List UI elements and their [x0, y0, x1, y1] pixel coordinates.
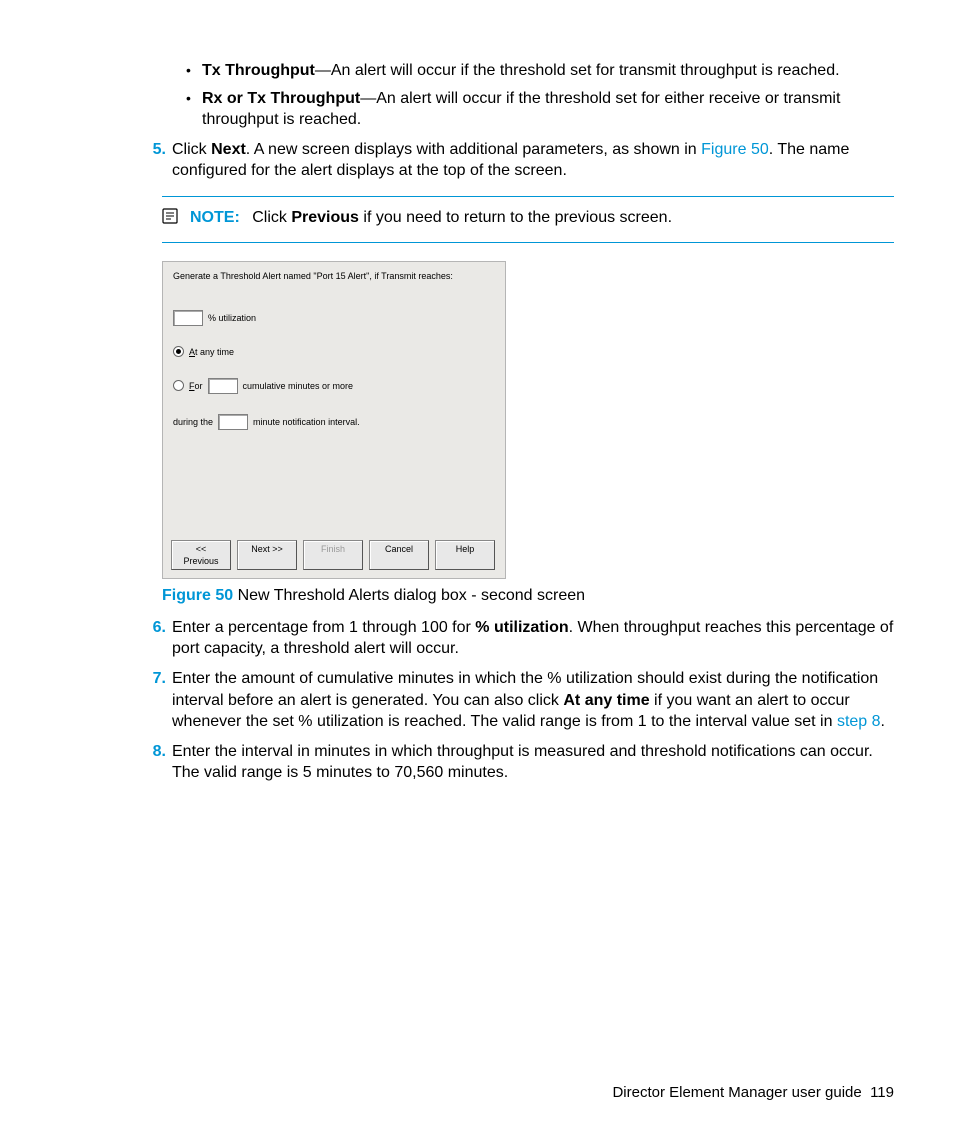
note-bold: Previous: [291, 209, 359, 226]
for-row: For cumulative minutes or more: [173, 378, 495, 394]
step-7: 7. Enter the amount of cumulative minute…: [140, 668, 894, 733]
bullet-text: Tx Throughput—An alert will occur if the…: [202, 60, 894, 82]
page-footer: Director Element Manager user guide 119: [612, 1084, 894, 1101]
note-icon: [162, 207, 180, 232]
dialog-buttons: << Previous Next >> Finish Cancel Help: [173, 540, 495, 570]
note-post: if you need to return to the previous sc…: [359, 209, 672, 226]
at-any-time-radio[interactable]: [173, 346, 184, 357]
next-button[interactable]: Next >>: [237, 540, 297, 570]
for-post: cumulative minutes or more: [243, 380, 354, 392]
step5-pre: Click: [172, 141, 211, 158]
step-text: Click Next. A new screen displays with a…: [172, 139, 894, 182]
bullet-text: Rx or Tx Throughput—An alert will occur …: [202, 88, 894, 131]
figure-number: Figure 50: [162, 587, 233, 604]
step-number: 8.: [140, 741, 172, 763]
help-button[interactable]: Help: [435, 540, 495, 570]
bullet-dot-icon: •: [186, 88, 202, 108]
at-any-time-row: At any time: [173, 346, 495, 358]
step5-bold: Next: [211, 141, 246, 158]
step5-mid: . A new screen displays with additional …: [246, 141, 701, 158]
step-number: 5.: [140, 139, 172, 161]
during-row: during the minute notification interval.: [173, 414, 495, 430]
step-6: 6. Enter a percentage from 1 through 100…: [140, 617, 894, 660]
at-any-rest: t any time: [195, 347, 234, 357]
during-post: minute notification interval.: [253, 416, 360, 428]
step-number: 7.: [140, 668, 172, 690]
utilization-row: % utilization: [173, 310, 495, 326]
figure-image: Generate a Threshold Alert named "Port 1…: [162, 261, 894, 580]
bullet-item: • Tx Throughput—An alert will occur if t…: [186, 60, 894, 82]
step7-bold: At any time: [563, 692, 649, 709]
for-label: For: [189, 380, 203, 392]
note-text: NOTE: Click Previous if you need to retu…: [190, 207, 894, 232]
bullet-rest: —An alert will occur if the threshold se…: [315, 62, 840, 79]
step-text: Enter a percentage from 1 through 100 fo…: [172, 617, 894, 660]
cancel-button[interactable]: Cancel: [369, 540, 429, 570]
bullet-bold: Tx Throughput: [202, 62, 315, 79]
step6-pre: Enter a percentage from 1 through 100 fo…: [172, 619, 475, 636]
previous-button[interactable]: << Previous: [171, 540, 231, 570]
note-pre: Click: [252, 209, 291, 226]
bullet-list: • Tx Throughput—An alert will occur if t…: [186, 60, 894, 131]
footer-title: Director Element Manager user guide: [612, 1084, 861, 1101]
during-pre: during the: [173, 416, 213, 428]
step-8-link[interactable]: step 8: [837, 713, 881, 730]
for-minutes-input[interactable]: [208, 378, 238, 394]
for-rest: or: [195, 381, 203, 391]
figure-50-link[interactable]: Figure 50: [701, 141, 769, 158]
note-label: NOTE:: [190, 209, 240, 226]
step-number: 6.: [140, 617, 172, 639]
step-text: Enter the interval in minutes in which t…: [172, 741, 894, 784]
threshold-dialog: Generate a Threshold Alert named "Port 1…: [162, 261, 506, 580]
finish-button[interactable]: Finish: [303, 540, 363, 570]
utilization-input[interactable]: [173, 310, 203, 326]
step-5: 5. Click Next. A new screen displays wit…: [140, 139, 894, 182]
step-8: 8. Enter the interval in minutes in whic…: [140, 741, 894, 784]
figure-caption-text: New Threshold Alerts dialog box - second…: [233, 587, 585, 604]
for-radio[interactable]: [173, 380, 184, 391]
bullet-bold: Rx or Tx Throughput: [202, 90, 360, 107]
dialog-header: Generate a Threshold Alert named "Port 1…: [173, 270, 495, 282]
utilization-label: % utilization: [208, 312, 256, 324]
at-any-time-label: At any time: [189, 346, 234, 358]
footer-page: 119: [870, 1084, 894, 1101]
step7-post: .: [881, 713, 885, 730]
figure-caption: Figure 50 New Threshold Alerts dialog bo…: [162, 585, 894, 607]
interval-input[interactable]: [218, 414, 248, 430]
note-block: NOTE: Click Previous if you need to retu…: [162, 196, 894, 243]
step6-bold: % utilization: [475, 619, 568, 636]
bullet-item: • Rx or Tx Throughput—An alert will occu…: [186, 88, 894, 131]
step-text: Enter the amount of cumulative minutes i…: [172, 668, 894, 733]
bullet-dot-icon: •: [186, 60, 202, 80]
